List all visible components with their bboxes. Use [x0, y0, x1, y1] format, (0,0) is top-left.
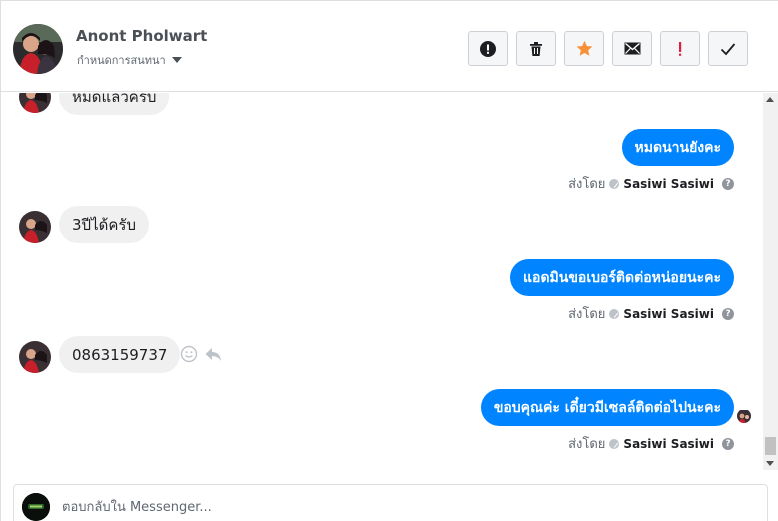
sent-check-icon: [609, 438, 620, 449]
caret-down-icon: [171, 57, 182, 63]
scrollbar-thumb[interactable]: [765, 437, 776, 455]
help-icon[interactable]: ?: [722, 177, 734, 190]
assign-conversation-label: กำหนดการสนทนา: [77, 54, 166, 67]
help-icon[interactable]: ?: [722, 307, 734, 320]
message-text: หมดแล้วครับ: [72, 93, 157, 106]
sent-by-line: ส่งโดย Sasiwi Sasiwi ?: [568, 433, 734, 454]
assign-conversation-dropdown[interactable]: กำหนดการสนทนา: [77, 51, 182, 69]
message-text: 0863159737: [72, 345, 168, 364]
seen-avatar: [737, 409, 751, 423]
star-icon: [576, 40, 592, 56]
sent-by-line: ส่งโดย Sasiwi Sasiwi ?: [568, 173, 734, 194]
sender-name[interactable]: Sasiwi Sasiwi: [623, 437, 714, 451]
envelope-icon: [624, 42, 640, 55]
star-button[interactable]: [564, 31, 604, 66]
help-icon[interactable]: ?: [722, 437, 734, 450]
exclamation-icon: [679, 41, 682, 56]
contact-avatar-small: [19, 211, 51, 243]
header-actions: [468, 31, 748, 66]
sent-by-line: ส่งโดย Sasiwi Sasiwi ?: [568, 303, 734, 324]
sent-by-label: ส่งโดย: [568, 307, 606, 322]
outgoing-message[interactable]: หมดนานยังคะ: [621, 129, 734, 166]
contact-name[interactable]: Anont Pholwart: [76, 27, 207, 45]
thread-scrollbar[interactable]: [763, 93, 778, 470]
sent-check-icon: [609, 178, 620, 189]
incoming-message[interactable]: 3ปีได้ครับ: [59, 206, 149, 243]
reply-icon[interactable]: [204, 345, 222, 363]
message-thread: หมดแล้วครับ หมดนานยังคะ ส่งโดย Sasiwi Sa…: [1, 93, 763, 470]
message-text: 3ปีได้ครับ: [72, 215, 136, 234]
scroll-down-arrow-icon[interactable]: [766, 461, 774, 466]
alert-circle-icon: [480, 40, 496, 57]
incoming-message[interactable]: หมดแล้วครับ: [59, 93, 170, 115]
incoming-message[interactable]: 0863159737: [59, 336, 181, 373]
delete-button[interactable]: [516, 31, 556, 66]
contact-avatar-small: [19, 341, 51, 373]
trash-icon: [530, 41, 542, 56]
scroll-up-arrow-icon[interactable]: [766, 97, 774, 102]
sent-by-label: ส่งโดย: [568, 437, 606, 452]
reply-composer: [13, 484, 768, 521]
contact-avatar[interactable]: [13, 24, 63, 74]
outgoing-message[interactable]: ขอบคุณค่ะ เดี๋ยวมีเซลล์ติดต่อไปนะคะ: [480, 389, 734, 426]
message-text: หมดนานยังคะ: [634, 139, 721, 156]
outgoing-message[interactable]: แอดมินขอเบอร์ติดต่อหน่อยนะคะ: [510, 259, 734, 296]
sent-check-icon: [609, 308, 620, 319]
message-text: แอดมินขอเบอร์ติดต่อหน่อยนะคะ: [523, 269, 721, 286]
mark-unread-button[interactable]: [612, 31, 652, 66]
sender-name[interactable]: Sasiwi Sasiwi: [623, 177, 714, 191]
mark-spam-button[interactable]: [468, 31, 508, 66]
conversation-header: Anont Pholwart กำหนดการสนทนา: [1, 1, 778, 92]
sender-name[interactable]: Sasiwi Sasiwi: [623, 307, 714, 321]
contact-avatar-small: [19, 93, 51, 113]
check-icon: [720, 42, 736, 55]
follow-up-button[interactable]: [660, 31, 700, 66]
sent-by-label: ส่งโดย: [568, 177, 606, 192]
smiley-icon[interactable]: [180, 345, 198, 363]
reply-input[interactable]: [62, 497, 742, 517]
page-avatar: [22, 493, 50, 521]
message-text: ขอบคุณค่ะ เดี๋ยวมีเซลล์ติดต่อไปนะคะ: [493, 399, 721, 416]
mark-done-button[interactable]: [708, 31, 748, 66]
